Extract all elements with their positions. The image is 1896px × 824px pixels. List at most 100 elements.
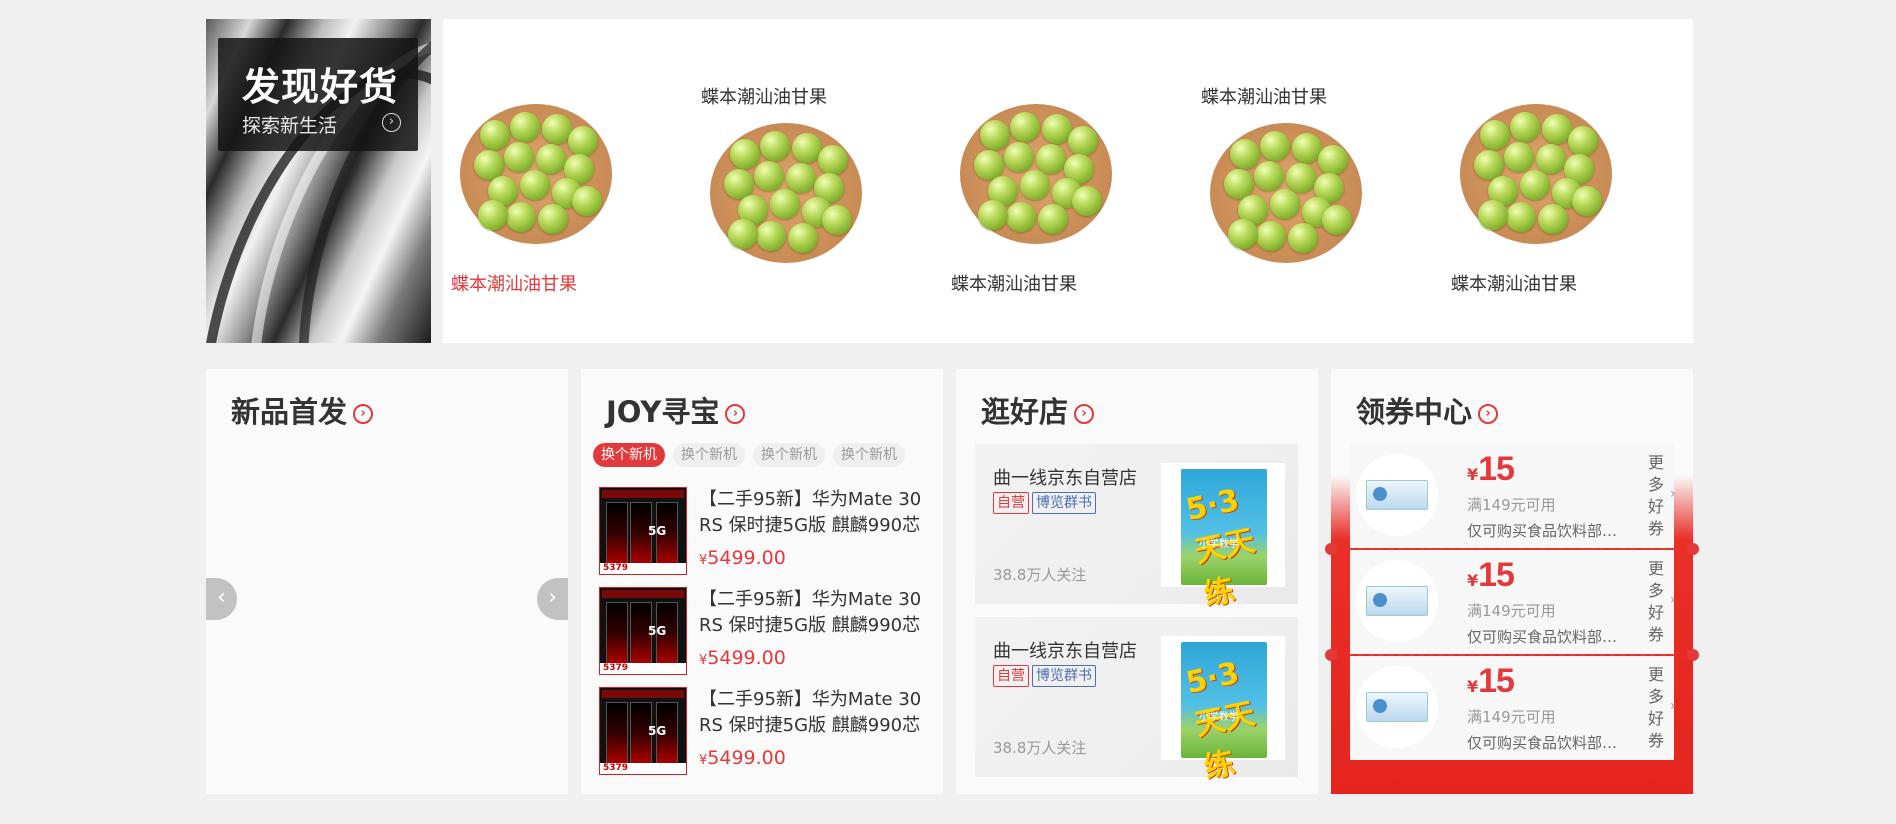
badge-5g: 5G [648,624,667,638]
fruit-image [1572,186,1602,216]
product-item[interactable]: 蝶本潮汕油甘果 [943,19,1193,343]
coupon-amount: ¥15 [1467,556,1515,595]
product-item[interactable]: 蝶本潮汕油甘果 [443,19,693,343]
fruit-image [1520,170,1550,200]
fruit-image [1228,219,1258,249]
product-image: 5G 5379 [599,587,687,675]
product-title: 【二手95新】华为Mate 30 RS 保时捷5G版 麒麟990芯 [699,489,922,536]
product-image [960,104,1112,244]
product-name: 蝶本潮汕油甘果 [1451,274,1577,295]
carousel-next-button[interactable]: › [537,578,568,620]
fruit-image [1270,189,1300,219]
more-coupons-char: 券 [1647,731,1664,750]
carousel-prev-button[interactable]: ‹ [206,578,237,620]
circle-arrow-right-icon: › [725,404,746,424]
coupon-scope: 仅可购买食品饮料部分商品 [1467,522,1632,540]
more-coupons-char: 更 [1647,559,1664,578]
coupons-title-link[interactable]: 领券中心 › [1356,389,1499,431]
fruit-image [520,170,550,200]
fruit-image [504,142,534,172]
circle-arrow-right-icon: › [353,404,374,424]
fruit-image [818,145,848,175]
coupon-list: ¥15 满149元可用 仅可购买食品饮料部分商品更多好券 › ¥15 满149元可用 仅可购… [1325,444,1699,762]
tab-replace-phone[interactable]: 换个新机 [753,443,825,467]
fruit-image [1072,186,1102,216]
panel-title: 新品首发 [231,395,348,429]
circle-arrow-right-icon: › [1478,404,1499,424]
coupon-notch [1687,543,1699,555]
coupons-panel: 领券中心 › ¥15 满149元可用 仅可购买食品饮料部分商品更多好券 › ¥15 满149… [1325,369,1699,794]
fruit-image [978,200,1008,230]
coupon-scope: 仅可购买食品饮料部分商品 [1467,628,1632,646]
tab-replace-phone[interactable]: 换个新机 [673,443,745,467]
book-cover: 5·3天天练 小学数学 [1181,469,1267,613]
fruit-image [1480,120,1510,150]
list-item[interactable]: 5G 5379 【二手95新】华为Mate 30 RS 保时捷5G版 麒麟990芯 ¥… [599,487,939,577]
coupon-amount: ¥15 [1467,662,1515,701]
fruit-image [538,204,568,234]
fruit-image [1020,170,1050,200]
circle-arrow-right-icon: › [1074,404,1095,424]
more-coupons-link[interactable]: 更多好券 [1647,452,1665,540]
fruit-image [1256,221,1286,251]
image-banner [602,690,684,698]
more-coupons-char: 多 [1647,581,1664,600]
more-coupons-link[interactable]: 更多好券 [1647,664,1665,752]
coupon-card[interactable]: ¥15 满149元可用 仅可购买食品饮料部分商品更多好券 › [1325,550,1699,661]
fruit-image [568,126,598,156]
price-value: 5499.00 [707,647,786,669]
tab-replace-phone[interactable]: 换个新机 [833,443,905,467]
panel-title: 领券中心 [1356,395,1473,429]
shop-product-image: 5·3天天练 小学数学 [1161,463,1285,613]
coupon-card[interactable]: ¥15 满149元可用 仅可购买食品饮料部分商品更多好券 › [1350,656,1676,760]
coupon-card[interactable]: ¥15 满149元可用 仅可购买食品饮料部分商品更多好券 › [1325,444,1699,555]
fruit-image [1506,202,1536,232]
fruit-image [1538,204,1568,234]
more-coupons-link[interactable]: 更多好券 [1647,558,1665,646]
fruit-image [506,202,536,232]
shop-card[interactable]: 曲一线京东自营店 自营 博览群书 38.8万人关注 5·3天天练 小学数学 [975,617,1298,786]
fruit-image [730,139,760,169]
milk-box-image [1366,586,1428,616]
fruit-image [786,163,816,193]
fruit-image [480,120,510,150]
fruit-image [1010,112,1040,142]
joy-title-link[interactable]: JOY寻宝 › [606,389,746,431]
tab-replace-phone[interactable]: 换个新机 [593,443,665,467]
list-item[interactable]: 5G 5379 【二手95新】华为Mate 30 RS 保时捷5G版 麒麟990芯 ¥… [599,587,939,677]
fruit-image [1006,202,1036,232]
product-image [460,104,612,244]
new-products-title-link[interactable]: 新品首发 › [231,389,374,431]
fruit-image [1038,204,1068,234]
more-coupons-char: 更 [1647,665,1664,684]
fruit-image [1536,144,1566,174]
shop-card[interactable]: 曲一线京东自营店 自营 博览群书 38.8万人关注 5·3天天练 小学数学 [975,444,1298,613]
more-coupons-char: 多 [1647,475,1664,494]
follower-count: 38.8万人关注 [993,566,1087,584]
fruit-image [510,112,540,142]
coupon-value: 15 [1478,450,1515,488]
shops-panel: 逛好店 › 曲一线京东自营店 自营 博览群书 38.8万人关注 5·3天天练 小学数学 曲一线… [956,369,1318,794]
product-price: ¥5499.00 [699,547,786,569]
more-coupons-char: 更 [1647,453,1664,472]
product-item[interactable]: 蝶本潮汕油甘果 [1443,19,1693,343]
shop-tags: 自营 博览群书 [993,665,1099,687]
panel-title: JOY寻宝 [606,395,720,429]
shops-title-link[interactable]: 逛好店 › [981,389,1095,431]
fruit-image [1254,161,1284,191]
more-coupons-char: 券 [1647,625,1664,644]
book-cover: 5·3天天练 小学数学 [1181,642,1267,786]
coupon-notch [1325,543,1337,555]
chevron-right-icon: › [1670,698,1676,714]
fruit-image [1068,126,1098,156]
product-image: 5G 5379 [599,687,687,775]
fruit-image [536,144,566,174]
fruit-image [1286,163,1316,193]
discover-subtitle-link[interactable]: 探索新生活 › [242,111,401,138]
coupon-scope: 仅可购买食品饮料部分商品 [1467,734,1632,752]
list-item[interactable]: 5G 5379 【二手95新】华为Mate 30 RS 保时捷5G版 麒麟990芯 ¥… [599,687,939,777]
badge-5g: 5G [648,724,667,738]
discover-overlay: 发现好货 探索新生活 › [218,38,418,151]
fruit-image [1230,139,1260,169]
product-image [710,123,862,263]
